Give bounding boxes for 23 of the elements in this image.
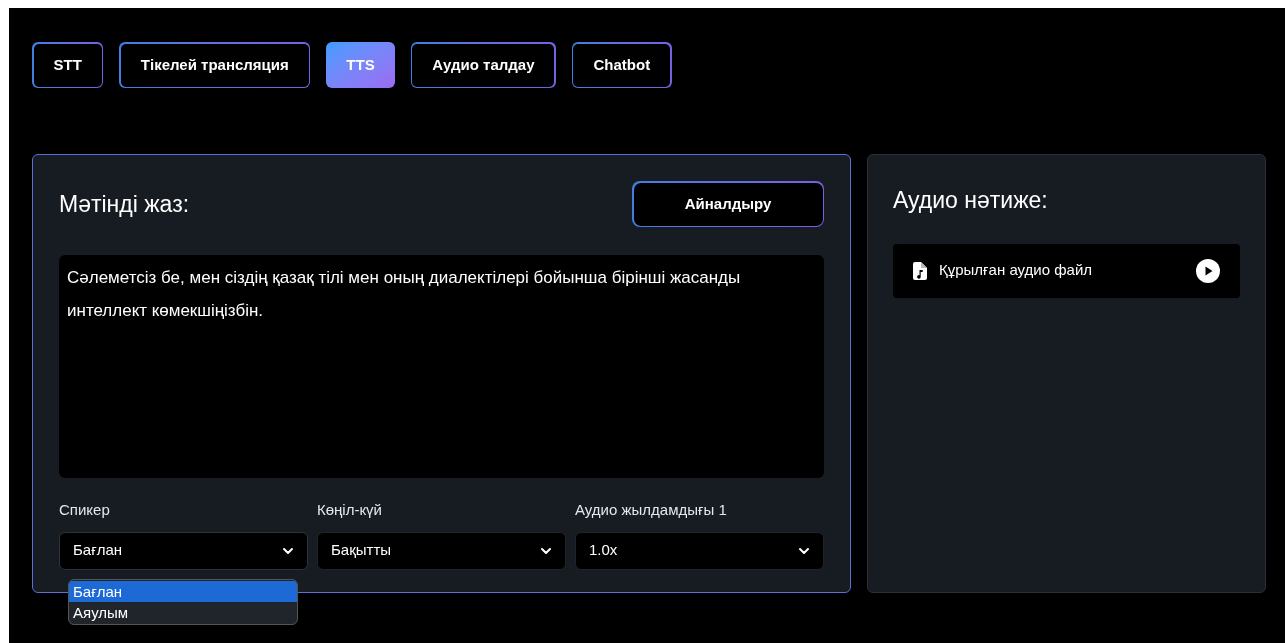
chevron-down-icon [798,546,810,555]
dropdown[interactable]: Бақытты [317,531,566,570]
tab[interactable]: Аудио талдау [412,43,555,87]
select-label: Көңіл-күй [317,500,383,520]
audio-file-label: Құрылған аудио файл [939,260,1093,281]
chevron-down-icon [282,546,294,555]
play-icon[interactable] [1196,258,1220,283]
select-label: Аудио жылдамдығы 1 [575,500,728,520]
music-file-icon [913,261,927,280]
dropdown[interactable]: Бағлан [59,531,308,570]
tab[interactable]: Chatbot [573,43,671,87]
tab[interactable]: Тікелей трансляция [120,43,309,87]
select-label: Спикер [59,500,111,520]
dropdown[interactable]: 1.0x [575,531,824,570]
tab[interactable]: STT [33,43,102,87]
panel-title: Мәтінді жаз: [59,189,190,219]
chevron-down-icon [540,546,552,555]
panel-title: Аудио нәтиже: [893,186,1049,215]
text-input[interactable]: Сәлеметсіз бе, мен сіздің қазақ тілі мен оның диалектілері бойынша бірінші жасанды интеллект көмекшіңізбін. [59,255,824,478]
audio-file-row[interactable]: Құрылған аудио файл [893,243,1240,298]
dropdown-option[interactable]: Бағлан [69,581,297,602]
convert-button[interactable]: Айналдыру [633,182,823,226]
dropdown-option[interactable]: Аяулым [69,602,297,623]
